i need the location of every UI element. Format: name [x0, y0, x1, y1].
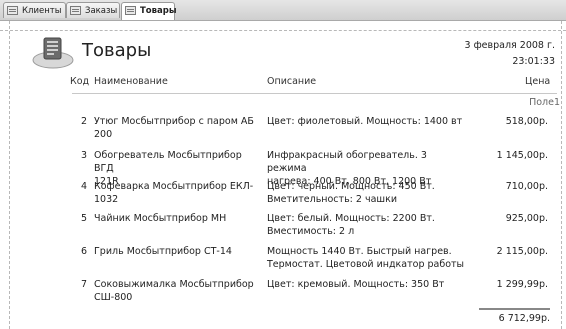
tab-label: Клиенты: [22, 6, 62, 16]
row-name: Кофеварка Мосбытприбор ЕКЛ- 1032: [94, 181, 254, 205]
report-icon: [125, 6, 136, 15]
margin-guide: [561, 21, 562, 329]
margin-guide: [9, 21, 10, 329]
row-code: 7: [80, 279, 87, 290]
row-code: 3: [80, 150, 87, 161]
row-code: 4: [80, 181, 87, 192]
document-tab-bar: Клиенты Заказы Товары: [0, 0, 566, 21]
row-description: Цвет: фиолетовый. Мощность: 1400 вт: [267, 116, 463, 127]
column-header-description: Описание: [267, 76, 317, 87]
row-price: 925,00р.: [505, 213, 548, 224]
column-header-price: Цена: [525, 76, 551, 87]
row-name: Гриль Мосбытприбор СТ-14: [94, 246, 232, 257]
report-preview: Товары 3 февраля 2008 г. 23:01:33 Код На…: [0, 21, 566, 329]
row-code: 5: [80, 213, 87, 224]
report-time: 23:01:33: [512, 56, 555, 67]
report-logo-icon: [32, 37, 74, 69]
tab-label: Товары: [140, 6, 177, 16]
tab-clients[interactable]: Клиенты: [3, 2, 66, 18]
row-price: 710,00р.: [505, 181, 548, 192]
report-date: 3 февраля 2008 г.: [464, 40, 556, 51]
row-price: 1 145,00р.: [496, 150, 548, 161]
row-code: 6: [80, 246, 87, 257]
row-description: Мощность 1440 Вт. Быстрый нагрев. Термост…: [267, 246, 465, 270]
row-description: Цвет: белый. Мощность: 2200 Вт. Вместимос…: [267, 213, 435, 237]
row-price: 1 299,99р.: [496, 279, 548, 290]
margin-guide: [0, 30, 566, 31]
column-header-code: Код: [70, 76, 90, 87]
field-label: Поле1: [529, 97, 560, 108]
row-price: 518,00р.: [505, 116, 548, 127]
report-total: 6 712,99р.: [498, 313, 550, 324]
row-name: Соковыжималка Мосбытприбор СШ-800: [94, 279, 254, 303]
row-name: Утюг Мосбытприбор с паром АБ 200: [94, 116, 254, 140]
row-description: Цвет: черный. Мощность: 450 Вт. Вметитель…: [267, 181, 435, 205]
row-description: Цвет: кремовый. Мощность: 350 Вт: [267, 279, 445, 290]
row-code: 2: [80, 116, 87, 127]
tab-label: Заказы: [85, 6, 118, 16]
tab-products[interactable]: Товары: [121, 2, 177, 20]
report-title: Товары: [82, 40, 152, 61]
form-icon: [7, 6, 18, 15]
row-name: Чайник Мосбытприбор МН: [94, 213, 227, 224]
row-price: 2 115,00р.: [496, 246, 548, 257]
form-icon: [70, 6, 81, 15]
header-divider: [72, 93, 557, 94]
column-header-name: Наименование: [94, 76, 168, 87]
total-divider: [479, 308, 550, 310]
tab-orders[interactable]: Заказы: [66, 2, 120, 18]
